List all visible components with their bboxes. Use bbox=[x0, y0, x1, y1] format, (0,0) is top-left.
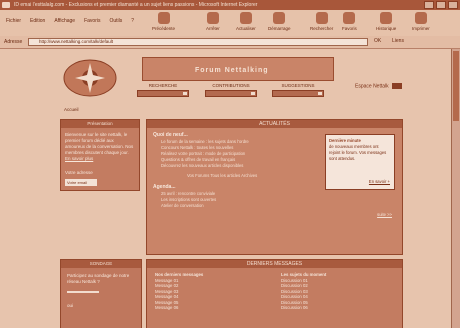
main-panel: ACTUALITÉS Quoi de neuf... Le forum de l… bbox=[146, 119, 403, 255]
back-arrow-icon bbox=[157, 12, 170, 24]
go-button[interactable]: OK bbox=[374, 38, 381, 44]
web-page: Forum Nettalking RECHERCHE CONTRIBUTIONS… bbox=[0, 49, 460, 328]
latest-messages-panel: DERNIERS MESSAGES Nos derniers messages … bbox=[146, 259, 403, 328]
select-suggestions[interactable] bbox=[272, 90, 324, 97]
menu-and-toolbar: Fichier Edition Affichage Favoris Outils… bbox=[0, 10, 460, 37]
stop-label: Arrêter bbox=[206, 26, 220, 31]
latest-news-card: Dernière minute de nouveaux membres ont … bbox=[325, 134, 395, 190]
search-icon bbox=[315, 12, 328, 24]
stop-icon bbox=[206, 12, 219, 24]
poll-question: Participez au sondage de notre réseau Ne… bbox=[67, 273, 130, 284]
favorites-button[interactable]: Favoris bbox=[342, 12, 357, 31]
menu-fichier[interactable]: Fichier bbox=[6, 18, 21, 24]
banner-title: Forum Nettalking bbox=[195, 67, 269, 74]
menu-favoris[interactable]: Favoris bbox=[84, 18, 100, 24]
section-agenda: Agenda... bbox=[153, 184, 176, 190]
select-recherche[interactable] bbox=[137, 90, 189, 97]
nav-suggestions: SUGGESTIONS bbox=[272, 83, 324, 97]
latest-news-more[interactable]: En savoir + bbox=[369, 179, 390, 185]
nettalk-link[interactable]: Espace Nettalk bbox=[355, 83, 403, 90]
menu-bar: Fichier Edition Affichage Favoris Outils… bbox=[6, 18, 134, 24]
search-label: Rechercher bbox=[310, 26, 334, 31]
print-label: Imprimer bbox=[412, 26, 430, 31]
nav-recherche: RECHERCHE bbox=[137, 83, 189, 97]
presentation-box: Présentation Bienvenue sur le site netta… bbox=[60, 119, 140, 191]
history-label: Historique bbox=[376, 26, 397, 31]
poll-title: SONDAGE bbox=[61, 260, 141, 268]
nav-contributions: CONTRIBUTIONS bbox=[205, 83, 257, 97]
close-button[interactable] bbox=[448, 1, 458, 9]
left-column: Présentation Bienvenue sur le site netta… bbox=[60, 119, 140, 197]
presentation-link[interactable]: En savoir plus bbox=[65, 156, 135, 162]
address-bar: Adresse http://www.nettalking.com/talk/d… bbox=[0, 36, 460, 49]
address-label: Adresse bbox=[4, 39, 23, 45]
news-item[interactable]: Découvrez les nouveaux articles disponib… bbox=[161, 163, 249, 169]
topic-item[interactable]: Discussion 06 bbox=[281, 305, 326, 311]
poll-body: Participez au sondage de notre réseau Ne… bbox=[61, 268, 141, 314]
ie-icon bbox=[2, 2, 10, 8]
site-banner: Forum Nettalking bbox=[142, 57, 334, 81]
links-button[interactable]: Liens bbox=[392, 38, 404, 44]
poll-option[interactable]: oui bbox=[67, 303, 135, 309]
select-contributions[interactable] bbox=[205, 90, 257, 97]
agenda-more-link[interactable]: suite >> bbox=[377, 212, 392, 217]
vertical-scrollbar[interactable] bbox=[451, 49, 460, 328]
back-button[interactable]: Précédente bbox=[152, 12, 175, 31]
newsletter-label: Votre adresse bbox=[65, 170, 93, 175]
browser-window: ID emai l’esttalalg.com - Exclusions et … bbox=[0, 0, 460, 328]
home-label: Démarrage bbox=[268, 26, 291, 31]
poll-box: SONDAGE Participez au sondage de notre r… bbox=[60, 259, 142, 328]
agenda-item[interactable]: Atelier de conversation bbox=[161, 203, 216, 209]
stop-button[interactable]: Arrêter bbox=[206, 12, 220, 31]
home-icon bbox=[273, 12, 286, 24]
window-title: ID emai l’esttalalg.com - Exclusions et … bbox=[14, 2, 258, 8]
topics-column: Les sujets du moment Discussion 01 Discu… bbox=[281, 272, 326, 311]
latest-messages-title: DERNIERS MESSAGES bbox=[147, 260, 402, 268]
news-list: Le forum de la semaine : les sujets dans… bbox=[161, 139, 249, 169]
agenda-list: 25 avril : rencontre conviviale Les insc… bbox=[161, 191, 216, 209]
main-title: ACTUALITÉS bbox=[147, 120, 402, 128]
poll-divider bbox=[67, 291, 99, 293]
presentation-title: Présentation bbox=[61, 120, 139, 128]
message-item[interactable]: Message 06 bbox=[155, 305, 203, 311]
nettalk-label: Espace Nettalk bbox=[355, 83, 389, 90]
latest-news-body: de nouveaux membres ont rejoint le forum… bbox=[329, 144, 387, 161]
favorites-icon bbox=[343, 12, 356, 24]
print-button[interactable]: Imprimer bbox=[412, 12, 430, 31]
presentation-body: Bienvenue sur le site nettalk, le premie… bbox=[61, 128, 139, 190]
home-button[interactable]: Démarrage bbox=[268, 12, 291, 31]
window-controls bbox=[424, 1, 458, 9]
nav-label-contributions: CONTRIBUTIONS bbox=[212, 83, 250, 88]
breadcrumb[interactable]: Accueil bbox=[64, 107, 79, 112]
scrollbar-thumb[interactable] bbox=[453, 51, 459, 121]
menu-edition[interactable]: Edition bbox=[30, 18, 45, 24]
section-quoi-de-neuf: Quoi de neuf... bbox=[153, 132, 188, 138]
topics-column-title: Les sujets du moment bbox=[281, 272, 327, 277]
nav-label-suggestions: SUGGESTIONS bbox=[281, 83, 315, 88]
messages-column-title: Nos derniers messages bbox=[155, 272, 204, 277]
search-button[interactable]: Rechercher bbox=[310, 12, 333, 31]
history-button[interactable]: Historique bbox=[376, 12, 396, 31]
address-input[interactable]: http://www.nettalking.com/talk/default bbox=[28, 38, 368, 46]
back-label: Précédente bbox=[152, 26, 176, 31]
nav-label-recherche: RECHERCHE bbox=[148, 83, 178, 88]
title-bar: ID emai l’esttalalg.com - Exclusions et … bbox=[0, 0, 460, 10]
newsletter-input[interactable]: Votre email bbox=[65, 179, 97, 186]
favorites-label: Favoris bbox=[342, 26, 357, 31]
nettalk-badge-icon bbox=[392, 83, 403, 89]
menu-outils[interactable]: Outils bbox=[109, 18, 122, 24]
menu-help[interactable]: ? bbox=[131, 18, 134, 24]
menu-affichage[interactable]: Affichage bbox=[54, 18, 75, 24]
logo-icon bbox=[63, 59, 117, 97]
minimize-button[interactable] bbox=[424, 1, 434, 9]
history-icon bbox=[380, 12, 393, 24]
refresh-button[interactable]: Actualiser bbox=[236, 12, 256, 31]
news-links-row[interactable]: Vos Forums Tous les articles Archives bbox=[187, 173, 257, 179]
print-icon bbox=[414, 12, 427, 24]
presentation-text: Bienvenue sur le site nettalk, le premie… bbox=[65, 132, 134, 155]
messages-column: Nos derniers messages Message 01 Message… bbox=[155, 272, 203, 311]
refresh-icon bbox=[239, 12, 252, 24]
refresh-label: Actualiser bbox=[236, 26, 256, 31]
maximize-button[interactable] bbox=[436, 1, 446, 9]
